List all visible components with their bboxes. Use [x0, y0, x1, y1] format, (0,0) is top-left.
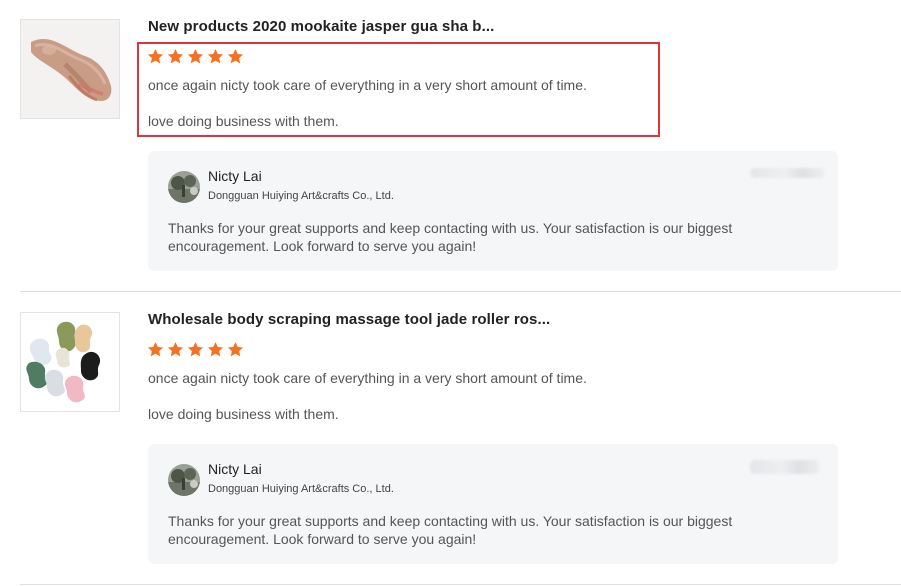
product-thumbnail[interactable] — [20, 312, 120, 412]
review-divider — [20, 584, 901, 585]
seller-company: Dongguan Huiying Art&crafts Co., Ltd. — [208, 483, 394, 495]
seller-avatar — [168, 464, 200, 496]
rating-stars — [147, 341, 244, 358]
seller-reply: Nicty Lai Dongguan Huiying Art&crafts Co… — [148, 151, 838, 271]
seller-avatar — [168, 171, 200, 203]
seller-name: Nicty Lai — [208, 461, 262, 477]
review-item: New products 2020 mookaite jasper gua sh… — [0, 0, 901, 292]
review-comment-line: once again nicty took care of everything… — [148, 370, 587, 386]
product-title[interactable]: New products 2020 mookaite jasper gua sh… — [148, 18, 494, 35]
seller-company: Dongguan Huiying Art&crafts Co., Ltd. — [208, 190, 394, 202]
reply-date-blurred — [750, 460, 820, 474]
product-title[interactable]: Wholesale body scraping massage tool jad… — [148, 311, 550, 328]
review-comment-line: love doing business with them. — [148, 406, 339, 422]
reply-date-blurred — [750, 168, 825, 178]
star-icon — [147, 342, 164, 357]
seller-name: Nicty Lai — [208, 168, 262, 184]
review-divider — [20, 291, 901, 292]
star-icon — [187, 342, 204, 357]
highlight-box — [137, 42, 660, 137]
star-icon — [227, 342, 244, 357]
star-icon — [167, 342, 184, 357]
seller-reply: Nicty Lai Dongguan Huiying Art&crafts Co… — [148, 444, 838, 564]
reply-text: Thanks for your great supports and keep … — [168, 513, 733, 547]
reply-text: Thanks for your great supports and keep … — [168, 220, 733, 254]
star-icon — [207, 342, 224, 357]
review-item: Wholesale body scraping massage tool jad… — [0, 293, 901, 585]
product-thumbnail[interactable] — [20, 19, 120, 119]
